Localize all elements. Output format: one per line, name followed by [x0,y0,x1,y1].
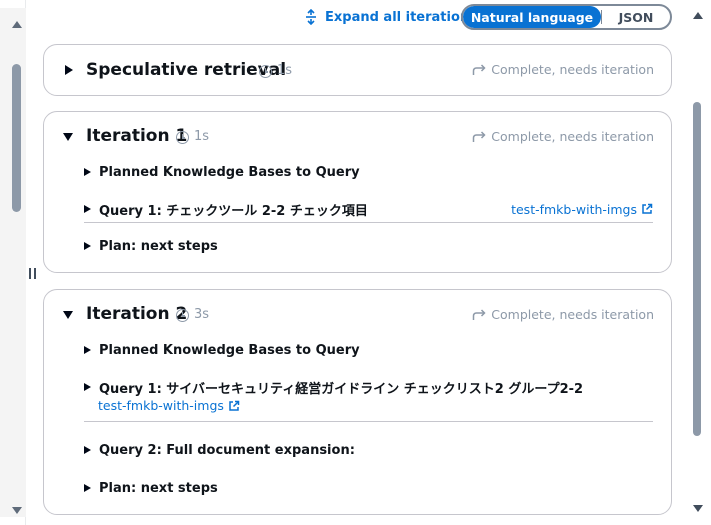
right-scroll-down-icon[interactable] [693,505,703,512]
caret-right-icon [84,446,91,454]
planned-knowledge-bases-row[interactable]: Planned Knowledge Bases to Query [84,340,653,360]
caret-right-icon [84,484,91,492]
left-scrollbar-thumb[interactable] [12,64,21,212]
external-link-icon [642,203,653,214]
query-1-row[interactable]: Query 1: チェックツール 2-2 チェック項目 test-fmkb-wi… [84,199,653,219]
clock-icon [176,309,189,322]
iteration-1-header[interactable]: Iteration 1 1s Complete, needs iteration [44,112,671,162]
knowledge-base-link[interactable]: test-fmkb-with-imgs [98,398,240,413]
duration-label: 1s [194,129,210,144]
card-title: Speculative retrieval [86,60,287,80]
card-title: Iteration 1 [86,126,188,146]
status-label: Complete, needs iteration [472,62,654,77]
plan-next-steps-row[interactable]: Plan: next steps [84,236,653,256]
caret-right-icon [84,205,91,213]
caret-right-icon [84,168,91,176]
knowledge-base-link[interactable]: test-fmkb-with-imgs [511,202,653,217]
query-2-row[interactable]: Query 2: Full document expansion: [84,440,653,460]
left-scroll-down-icon[interactable] [12,507,22,514]
duration-label: 3s [194,307,210,322]
clock-icon [176,131,189,144]
redo-arrow-icon [473,130,486,142]
caret-down-icon [63,133,73,141]
external-link-icon [229,400,240,411]
json-toggle-button[interactable]: JSON [602,6,670,28]
row-divider [84,421,653,422]
caret-right-icon [65,65,73,75]
duration-label: 1s [277,63,293,78]
clock-icon [259,65,272,78]
speculative-retrieval-header[interactable]: Speculative retrieval 1s Complete, needs… [44,45,671,95]
expand-all-iterations-button[interactable]: Expand all iterations [305,7,477,27]
row-divider [84,222,653,223]
speculative-retrieval-card: Speculative retrieval 1s Complete, needs… [43,44,672,96]
expand-vertical-icon [306,9,316,25]
status-label: Complete, needs iteration [472,129,654,144]
redo-arrow-icon [473,308,486,320]
caret-right-icon [84,242,91,250]
plan-next-steps-row[interactable]: Plan: next steps [84,478,653,498]
output-mode-toggle: Natural language JSON [461,4,672,30]
right-scrollbar-thumb[interactable] [693,102,701,436]
left-scroll-up-icon[interactable] [12,21,22,28]
natural-language-toggle-button[interactable]: Natural language [463,6,601,28]
iteration-2-header[interactable]: Iteration 2 3s Complete, needs iteration [44,290,671,340]
caret-right-icon [84,346,91,354]
expand-all-label: Expand all iterations [325,9,477,25]
iteration-2-card: Iteration 2 3s Complete, needs iteration… [43,289,672,515]
planned-knowledge-bases-row[interactable]: Planned Knowledge Bases to Query [84,162,653,182]
redo-arrow-icon [473,63,486,75]
query-1-row[interactable]: Query 1: サイバーセキュリティ経営ガイドライン チェックリスト2 グルー… [84,377,653,397]
status-label: Complete, needs iteration [472,307,654,322]
card-title: Iteration 2 [86,304,188,324]
iteration-1-card: Iteration 1 1s Complete, needs iteration… [43,111,672,273]
caret-down-icon [63,311,73,319]
panel-resize-handle-icon[interactable] [28,268,38,280]
right-scroll-up-icon[interactable] [693,12,703,19]
caret-right-icon [84,383,91,391]
